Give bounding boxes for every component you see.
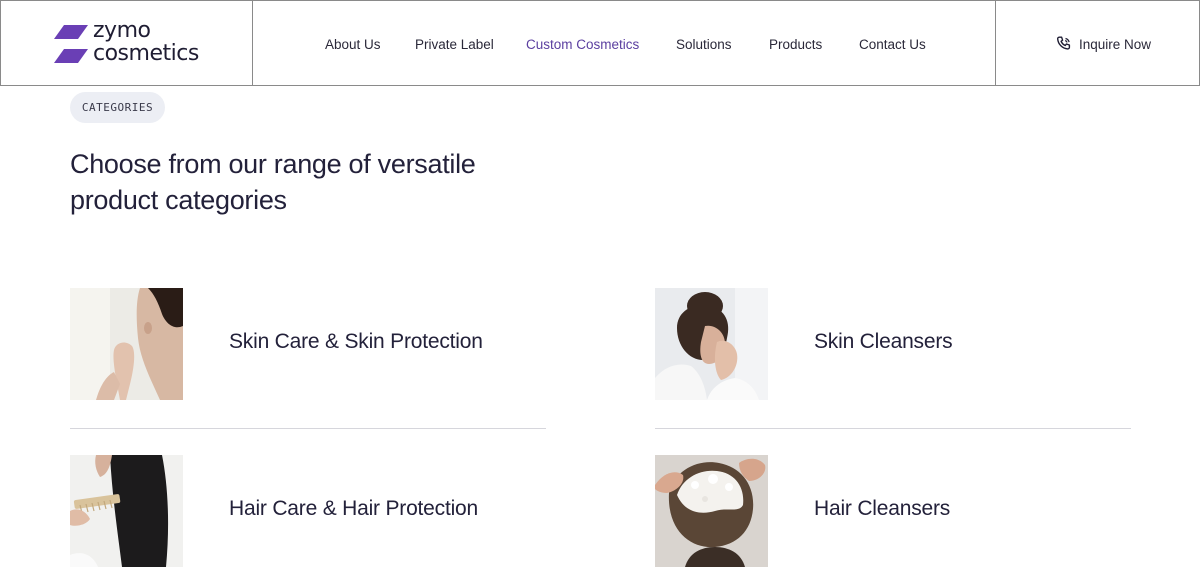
category-divider bbox=[70, 428, 546, 429]
site-header: zymo cosmetics About Us Private Label Cu… bbox=[0, 0, 1200, 86]
inquire-now-button[interactable]: Inquire Now bbox=[1056, 36, 1151, 52]
shampooing-hair-photo bbox=[655, 455, 768, 567]
section-heading: Choose from our range of versatile produ… bbox=[70, 146, 530, 218]
category-label: Hair Cleansers bbox=[814, 497, 951, 520]
main-nav: About Us Private Label Custom Cosmetics … bbox=[254, 1, 995, 85]
category-skin-care[interactable]: Skin Care & Skin Protection bbox=[70, 288, 546, 400]
phone-icon bbox=[1056, 36, 1071, 50]
category-label: Skin Care & Skin Protection bbox=[229, 330, 483, 353]
woman-touching-neck-photo bbox=[70, 288, 183, 400]
heading-line1: Choose from our range of versatile bbox=[70, 149, 476, 179]
brand-name-line2: cosmetics bbox=[93, 41, 199, 66]
nav-item-about-us[interactable]: About Us bbox=[325, 37, 381, 52]
heading-line2: product categories bbox=[70, 185, 287, 215]
category-skin-cleansers[interactable]: Skin Cleansers bbox=[655, 288, 1131, 400]
category-divider bbox=[655, 428, 1131, 429]
brand-logo-icon bbox=[54, 25, 88, 63]
nav-item-custom-cosmetics[interactable]: Custom Cosmetics bbox=[526, 37, 639, 52]
category-label: Skin Cleansers bbox=[814, 330, 953, 353]
woman-combing-hair-photo bbox=[70, 455, 183, 567]
category-hair-care[interactable]: Hair Care & Hair Protection bbox=[70, 455, 546, 567]
category-label: Hair Care & Hair Protection bbox=[229, 497, 479, 520]
woman-washing-face-photo bbox=[655, 288, 768, 400]
categories-tag: CATEGORIES bbox=[70, 92, 165, 123]
nav-item-solutions[interactable]: Solutions bbox=[676, 37, 732, 52]
inquire-now-label: Inquire Now bbox=[1079, 36, 1152, 52]
nav-item-contact-us[interactable]: Contact Us bbox=[859, 37, 926, 52]
nav-item-private-label[interactable]: Private Label bbox=[415, 37, 494, 52]
brand-name-line1: zymo bbox=[93, 18, 151, 43]
category-hair-cleansers[interactable]: Hair Cleansers bbox=[655, 455, 1131, 567]
inquire-cell: Inquire Now bbox=[995, 1, 1199, 85]
brand-wordmark: zymo cosmetics bbox=[93, 19, 199, 65]
nav-item-products[interactable]: Products bbox=[769, 37, 822, 52]
logo[interactable]: zymo cosmetics bbox=[1, 1, 253, 85]
